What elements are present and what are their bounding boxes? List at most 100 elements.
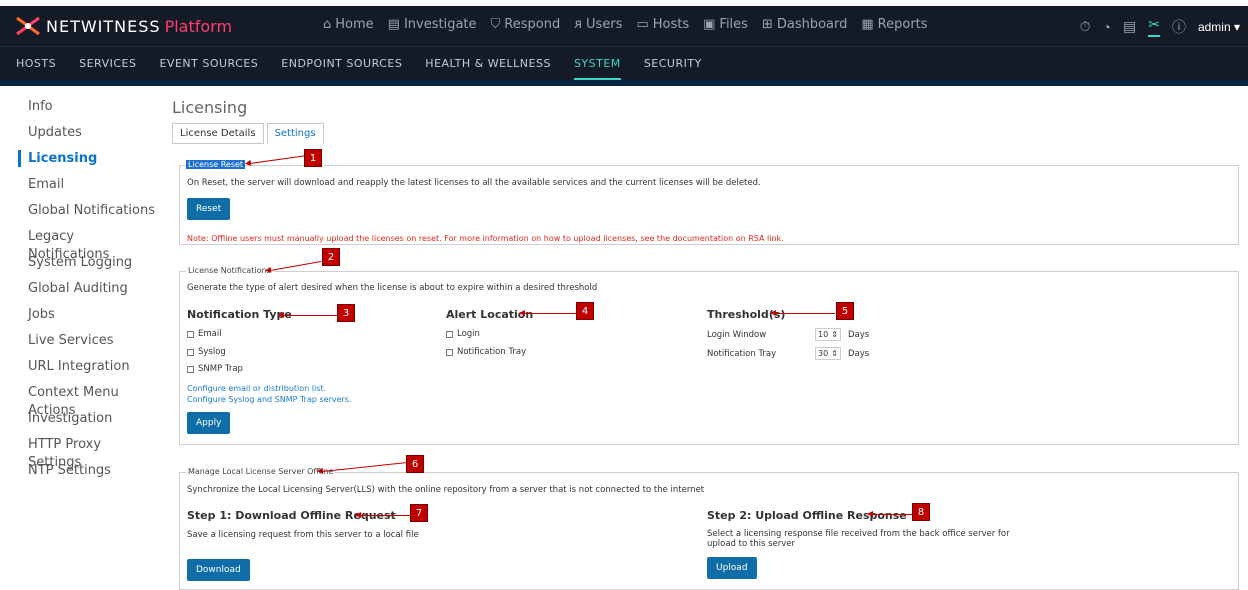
nav-reports[interactable]: ▦ Reports — [861, 17, 927, 32]
callout-arrow — [249, 155, 305, 164]
login-window-unit: Days — [848, 330, 870, 340]
notification-type-heading: Notification Type — [187, 308, 292, 321]
subnav-system[interactable]: SYSTEM — [573, 57, 621, 80]
home-icon: ⌂ — [323, 17, 332, 32]
subnav-hosts[interactable]: HOSTS — [16, 57, 56, 80]
license-reset-description: On Reset, the server will download and r… — [187, 178, 761, 188]
reports-icon: ▦ — [861, 17, 874, 32]
right-toolbar: ⏱ ◔ ▤ ✂ ⓘ admin ▾ — [1080, 16, 1240, 37]
subnav-event-sources[interactable]: EVENT SOURCES — [159, 57, 258, 80]
email-checkbox[interactable]: Email — [187, 329, 222, 339]
checkbox-box — [187, 365, 194, 373]
checkbox-box — [446, 348, 453, 356]
sidebar-item-info[interactable]: Info — [18, 98, 158, 124]
sidebar-item-global-notifications[interactable]: Global Notifications — [18, 202, 158, 228]
nav-dashboard[interactable]: ⊞ Dashboard — [762, 17, 847, 32]
bell-icon[interactable]: ◔ — [1103, 19, 1111, 35]
callout-arrow — [867, 511, 912, 517]
investigate-icon: ▤ — [387, 17, 400, 32]
callout-5: 5 — [836, 302, 854, 320]
login-window-label: Login Window — [707, 330, 767, 340]
spinner-icon: ⇕ — [831, 330, 838, 339]
callout-2: 2 — [322, 248, 340, 266]
nav-users[interactable]: ᴙ Users — [574, 17, 622, 32]
nav-divider — [0, 80, 1248, 86]
checkbox-box — [187, 348, 194, 356]
sidebar-item-licensing[interactable]: Licensing — [18, 150, 158, 176]
nav-files[interactable]: ▣ Files — [703, 17, 748, 32]
top-bar: NETWITNESS Platform ⌂ Home ▤ Investigate ⛉… — [0, 6, 1248, 46]
sidebar-item-global-auditing[interactable]: Global Auditing — [18, 280, 158, 306]
admin-tools-icon[interactable]: ✂ — [1148, 16, 1160, 37]
tab-license-details[interactable]: License Details — [172, 123, 264, 144]
subnav-health-wellness[interactable]: HEALTH & WELLNESS — [425, 57, 551, 80]
nav-home[interactable]: ⌂ Home — [323, 17, 374, 32]
callout-6: 6 — [406, 455, 424, 473]
settings-sidebar: Info Updates Licensing Email Global Noti… — [18, 98, 158, 488]
notification-tray-stepper[interactable]: 30 ⇕ — [815, 347, 841, 360]
callout-8: 8 — [912, 503, 930, 521]
netwitness-logo-icon — [14, 15, 42, 37]
upload-button[interactable]: Upload — [707, 557, 757, 579]
checkbox-box — [187, 330, 194, 338]
login-window-stepper[interactable]: 10 ⇕ — [815, 328, 841, 341]
offline-description: Synchronize the Local Licensing Server(L… — [187, 485, 705, 495]
nav-hosts[interactable]: ▭ Hosts — [636, 17, 689, 32]
sidebar-item-jobs[interactable]: Jobs — [18, 306, 158, 332]
help-icon[interactable]: ⓘ — [1172, 17, 1186, 37]
apply-button[interactable]: Apply — [187, 412, 231, 434]
files-icon: ▣ — [703, 17, 716, 32]
checkbox-box — [446, 330, 453, 338]
sidebar-item-email[interactable]: Email — [18, 176, 158, 202]
callout-3: 3 — [337, 304, 355, 322]
login-checkbox[interactable]: Login — [446, 329, 480, 339]
sidebar-item-url-integration[interactable]: URL Integration — [18, 358, 158, 384]
callout-arrow — [770, 310, 835, 316]
callout-arrow — [355, 512, 410, 518]
reset-button[interactable]: Reset — [187, 198, 231, 220]
notes-icon[interactable]: ▤ — [1123, 18, 1136, 35]
offline-legend: Manage Local License Server Offline — [186, 467, 336, 476]
brand-product: Platform — [164, 16, 233, 36]
syslog-checkbox[interactable]: Syslog — [187, 347, 226, 357]
spinner-icon: ⇕ — [831, 349, 838, 358]
sidebar-item-ntp-settings[interactable]: NTP Settings — [18, 462, 158, 488]
callout-arrow — [278, 312, 337, 318]
respond-icon: ⛉ — [490, 17, 501, 32]
nav-respond[interactable]: ⛉ Respond — [491, 17, 561, 32]
callout-arrow — [269, 260, 322, 271]
sidebar-item-context-menu-actions[interactable]: Context Menu Actions — [18, 384, 158, 418]
sidebar-item-legacy-notifications[interactable]: Legacy Notifications — [18, 228, 158, 262]
license-notifications-section: License Notifications Generate the type … — [179, 266, 1239, 445]
tab-settings[interactable]: Settings — [266, 123, 324, 144]
sidebar-item-investigation[interactable]: Investigation — [18, 410, 158, 436]
download-button[interactable]: Download — [187, 559, 250, 581]
offline-section: Manage Local License Server Offline Sync… — [179, 467, 1239, 590]
license-reset-section: License Reset On Reset, the server will … — [179, 160, 1239, 245]
step2-text: Select a licensing response file receive… — [707, 529, 1010, 549]
timer-icon[interactable]: ⏱ — [1080, 18, 1091, 35]
callout-1: 1 — [304, 149, 322, 167]
tab-bar: License Details Settings — [172, 123, 1242, 144]
subnav-services[interactable]: SERVICES — [79, 57, 136, 80]
chevron-down-icon: ▾ — [1233, 19, 1240, 34]
configure-email-link[interactable]: Configure email or distribution list. — [187, 384, 326, 393]
sidebar-item-http-proxy[interactable]: HTTP Proxy Settings — [18, 436, 158, 470]
nav-investigate[interactable]: ▤ Investigate — [388, 17, 477, 32]
notification-tray-label: Notification Tray — [707, 349, 777, 359]
sidebar-item-live-services[interactable]: Live Services — [18, 332, 158, 358]
license-notifications-legend: License Notifications — [186, 266, 273, 275]
sidebar-item-system-logging[interactable]: System Logging — [18, 254, 158, 280]
sidebar-item-updates[interactable]: Updates — [18, 124, 158, 150]
subnav-endpoint-sources[interactable]: ENDPOINT SOURCES — [281, 57, 402, 80]
hosts-icon: ▭ — [636, 17, 649, 32]
brand-logo[interactable]: NETWITNESS Platform — [14, 15, 232, 37]
notification-tray-checkbox[interactable]: Notification Tray — [446, 347, 526, 357]
subnav-security[interactable]: SECURITY — [644, 57, 702, 80]
main-content: Licensing License Details Settings — [172, 98, 1242, 144]
users-icon: ᴙ — [574, 17, 583, 32]
configure-syslog-link[interactable]: Configure Syslog and SNMP Trap servers. — [187, 395, 352, 404]
user-menu[interactable]: admin ▾ — [1198, 20, 1240, 34]
snmp-trap-checkbox[interactable]: SNMP Trap — [187, 364, 243, 374]
callout-4: 4 — [576, 302, 594, 320]
